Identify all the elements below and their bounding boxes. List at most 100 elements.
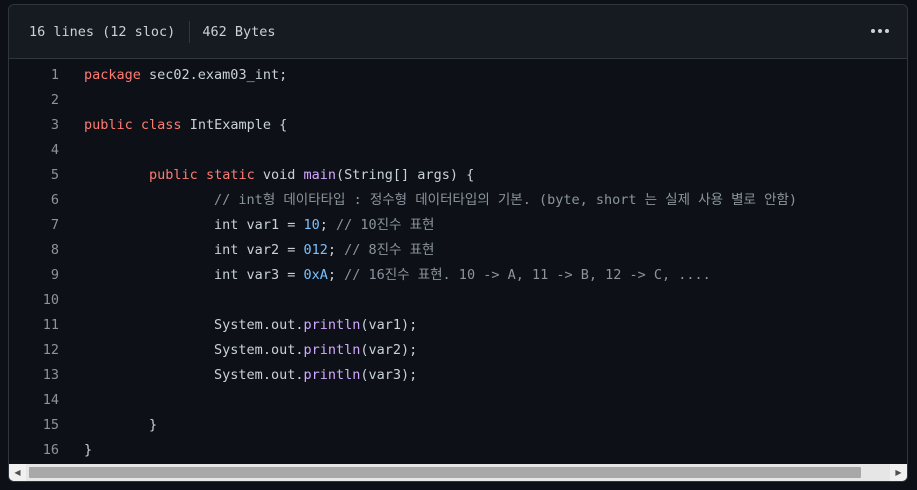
- code-token: }: [149, 417, 158, 433]
- horizontal-scrollbar[interactable]: ◀ ▶: [9, 464, 907, 481]
- code-token: // 8진수 표현: [344, 242, 435, 258]
- code-line: 4: [9, 138, 907, 163]
- code-token: // 16진수 표현. 10 -> A, 11 -> B, 12 -> C, .…: [344, 267, 711, 283]
- line-number[interactable]: 10: [9, 288, 59, 313]
- line-number[interactable]: 6: [9, 188, 59, 213]
- code-token: ;: [327, 242, 345, 258]
- code-viewer: 16 lines (12 sloc) 462 Bytes 1 package se…: [8, 4, 908, 482]
- code-token: void: [254, 167, 304, 183]
- code-token: // 10진수 표현: [335, 217, 435, 233]
- code-line: 1 package sec02.exam03_int;: [9, 63, 907, 88]
- line-number[interactable]: 2: [9, 88, 59, 113]
- code-token: public: [149, 167, 198, 183]
- code-token: }: [84, 442, 93, 458]
- line-number[interactable]: 12: [9, 338, 59, 363]
- line-content: int var3 = 0xA; // 16진수 표현. 10 -> A, 11 …: [59, 263, 711, 288]
- code-token: (var2);: [360, 342, 418, 358]
- code-line: 2: [9, 88, 907, 113]
- line-content: [59, 388, 84, 413]
- code-line: 16}: [9, 438, 907, 463]
- code-token: ;: [327, 267, 345, 283]
- code-line: 3 public class IntExample {: [9, 113, 907, 138]
- code-line: 12 System.out.println(var2);: [9, 338, 907, 363]
- line-number[interactable]: 4: [9, 138, 59, 163]
- code-token: println: [303, 367, 361, 383]
- line-number[interactable]: 5: [9, 163, 59, 188]
- line-number[interactable]: 7: [9, 213, 59, 238]
- line-number[interactable]: 9: [9, 263, 59, 288]
- line-number[interactable]: 11: [9, 313, 59, 338]
- code-token: IntExample {: [181, 117, 288, 133]
- divider: [189, 20, 191, 43]
- line-content: System.out.println(var2);: [59, 338, 417, 363]
- code-token: 10: [303, 217, 320, 233]
- line-content: [59, 288, 84, 313]
- code-line: 7 int var1 = 10; // 10진수 표현: [9, 213, 907, 238]
- scroll-thumb[interactable]: [29, 467, 862, 478]
- code-token: int var3 =: [214, 267, 304, 283]
- line-count: 16 lines (12 sloc): [29, 23, 176, 40]
- line-content: int var1 = 10; // 10진수 표현: [59, 213, 434, 238]
- code-token: class: [140, 117, 182, 133]
- file-header: 16 lines (12 sloc) 462 Bytes: [9, 5, 907, 59]
- line-content: public static void main(String[] args) {: [59, 163, 474, 188]
- line-number[interactable]: 14: [9, 388, 59, 413]
- scroll-right-icon[interactable]: ▶: [890, 464, 907, 481]
- line-content: // int형 데이타타입 : 정수형 데이터타입의 기본. (byte, sh…: [59, 188, 797, 213]
- code-line: 6 // int형 데이타타입 : 정수형 데이터타입의 기본. (byte, …: [9, 188, 907, 213]
- code-line: 14: [9, 388, 907, 413]
- code-token: 0xA: [303, 267, 328, 283]
- line-content: }: [59, 438, 92, 463]
- line-number[interactable]: 13: [9, 363, 59, 388]
- scroll-track[interactable]: [26, 464, 890, 481]
- code-line: 8 int var2 = 012; // 8진수 표현: [9, 238, 907, 263]
- code-token: static: [205, 167, 255, 183]
- code-token: package: [84, 67, 141, 83]
- file-size: 462 Bytes: [202, 23, 276, 40]
- line-number[interactable]: 15: [9, 413, 59, 438]
- code-token: public: [84, 117, 133, 133]
- code-line: 9 int var3 = 0xA; // 16진수 표현. 10 -> A, 1…: [9, 263, 907, 288]
- code-token: System.out.: [214, 317, 304, 333]
- code-token: // int형 데이타타입 : 정수형 데이터타입의 기본. (byte, sh…: [214, 192, 798, 208]
- line-content: public class IntExample {: [59, 113, 287, 138]
- line-number[interactable]: 16: [9, 438, 59, 463]
- code-token: main: [303, 167, 337, 183]
- code-token: sec02.exam03_int;: [140, 67, 288, 83]
- line-content: System.out.println(var1);: [59, 313, 417, 338]
- code-token: System.out.: [214, 342, 304, 358]
- code-token: ;: [319, 217, 336, 233]
- code-line: 11 System.out.println(var1);: [9, 313, 907, 338]
- line-content: }: [59, 413, 157, 438]
- scroll-left-icon[interactable]: ◀: [9, 464, 26, 481]
- code-token: (var1);: [360, 317, 418, 333]
- code-line: 13 System.out.println(var3);: [9, 363, 907, 388]
- line-number[interactable]: 8: [9, 238, 59, 263]
- code-token: println: [303, 317, 361, 333]
- line-number[interactable]: 1: [9, 63, 59, 88]
- code-token: int var1 =: [214, 217, 304, 233]
- line-content: [59, 138, 84, 163]
- code-token: int var2 =: [214, 242, 304, 258]
- line-content: [59, 88, 84, 113]
- line-number[interactable]: 3: [9, 113, 59, 138]
- code-token: (var3);: [360, 367, 418, 383]
- line-content: int var2 = 012; // 8진수 표현: [59, 238, 434, 263]
- more-options-icon[interactable]: [867, 20, 893, 42]
- code-token: System.out.: [214, 367, 304, 383]
- code-line: 10: [9, 288, 907, 313]
- code-token: 012: [303, 242, 328, 258]
- code-line: 15 }: [9, 413, 907, 438]
- line-content: package sec02.exam03_int;: [59, 63, 287, 88]
